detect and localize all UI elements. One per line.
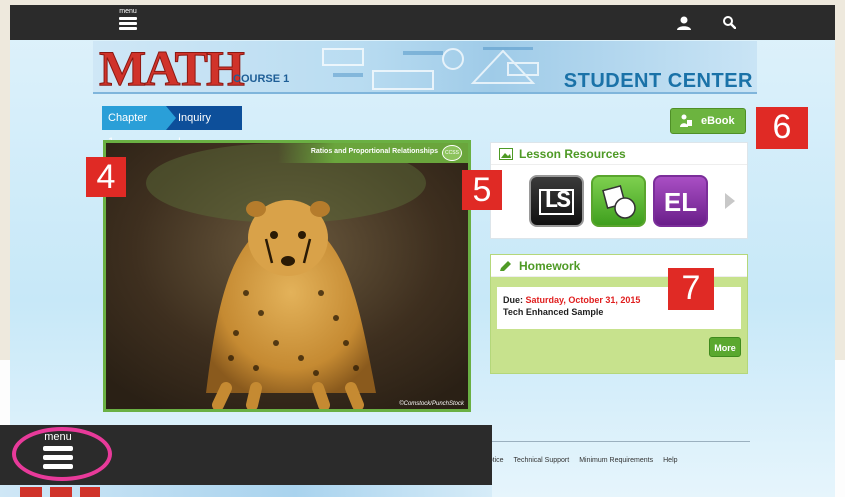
top-nav-bar: menu xyxy=(10,5,835,40)
ls-resource-tile[interactable]: LS xyxy=(529,175,584,227)
banner-course: COURSE 1 xyxy=(233,73,290,85)
ebook-button[interactable]: eBook xyxy=(670,108,746,134)
homework-title: Homework xyxy=(519,259,581,273)
zoomed-menu-inset: menu xyxy=(0,425,492,497)
ls-tile-label: LS xyxy=(539,189,574,215)
due-date: Saturday, October 31, 2015 xyxy=(525,295,641,305)
banner-decoration-graphic xyxy=(322,47,539,90)
lesson-ribbon-text: Ratios and Proportional Relationships xyxy=(310,148,438,155)
callout-tag-4: 4 xyxy=(86,157,126,197)
pencil-icon xyxy=(500,261,511,271)
breadcrumb: Chapter 1... Inquiry L... ▶ xyxy=(102,106,242,148)
ebook-label: eBook xyxy=(701,115,735,127)
hamburger-icon xyxy=(119,17,137,30)
reader-icon xyxy=(680,114,692,127)
lesson-opener-image[interactable]: Ratios and Proportional Relationships CC… xyxy=(103,140,471,412)
el-resource-tile[interactable]: EL xyxy=(653,175,708,227)
image-icon xyxy=(499,148,513,160)
ccss-badge: CCSS xyxy=(442,145,462,161)
zoomed-menu-label: menu xyxy=(44,431,72,443)
menu-label: menu xyxy=(119,8,137,15)
zoomed-menu-button[interactable]: menu xyxy=(40,431,76,473)
menu-button[interactable]: menu xyxy=(116,8,140,38)
cheetah-photo xyxy=(106,143,468,409)
banner-title: MATH xyxy=(99,41,246,94)
breadcrumb-chapter[interactable]: Chapter 1... xyxy=(102,106,176,148)
lesson-resources-title: Lesson Resources xyxy=(519,147,626,161)
lesson-resources-header: Lesson Resources xyxy=(491,143,747,165)
footer-link-support[interactable]: Technical Support xyxy=(514,457,570,464)
due-label: Due: xyxy=(503,295,523,305)
zoomed-banner-strip xyxy=(0,485,492,497)
shapes-resource-tile[interactable] xyxy=(591,175,646,227)
shapes-icon xyxy=(601,185,636,219)
callout-tag-7: 7 xyxy=(668,268,714,310)
zoomed-hamburger-icon xyxy=(43,446,73,469)
footer-link-requirements[interactable]: Minimum Requirements xyxy=(579,457,653,464)
student-center-label: STUDENT CENTER xyxy=(563,70,753,92)
lesson-resources-panel: Lesson Resources LS EL xyxy=(490,142,748,239)
lesson-ribbon: Ratios and Proportional Relationships xyxy=(278,143,468,163)
student-center-window: menu MATH COURSE 1 STUDENT CENTER Chapte… xyxy=(10,5,835,497)
search-icon[interactable] xyxy=(722,15,736,29)
breadcrumb-lesson[interactable]: Inquiry L... ▶ xyxy=(166,106,242,148)
course-banner: MATH COURSE 1 STUDENT CENTER xyxy=(93,41,757,94)
user-icon[interactable] xyxy=(676,15,692,31)
photo-credit: ©Comstock/PunchStock xyxy=(399,401,464,407)
footer-link-help[interactable]: Help xyxy=(663,457,677,464)
more-button[interactable]: More xyxy=(709,337,741,357)
callout-tag-6: 6 xyxy=(756,107,808,149)
footer-divider xyxy=(490,441,750,442)
resource-tiles: LS EL xyxy=(529,175,708,227)
next-arrow-icon[interactable] xyxy=(725,193,735,209)
zoomed-banner-title-fragment xyxy=(20,487,100,497)
callout-tag-5: 5 xyxy=(462,170,502,210)
